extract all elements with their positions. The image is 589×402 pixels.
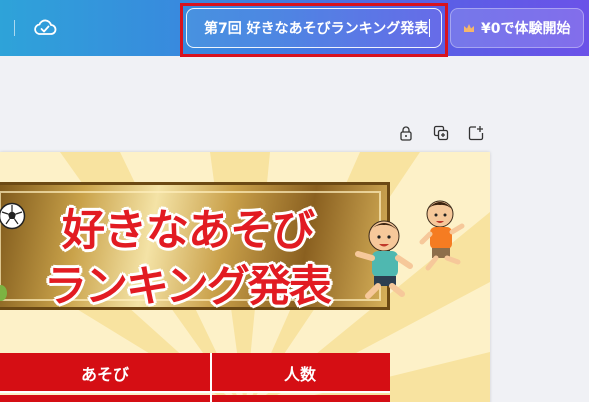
ranking-table-body [0,395,390,402]
cloud-check-icon[interactable] [33,16,57,38]
running-kids-illustration [355,200,465,299]
add-page-icon[interactable] [468,125,484,141]
ranking-table-header: あそび 人数 [0,353,390,393]
headline-line-2: ランキング発表 [44,262,332,312]
column-header-count: 人数 [283,365,316,384]
headline-line-1: 好きなあそび [62,206,315,256]
free-trial-label: ¥0で体験開始 [481,21,571,37]
text-caret [429,19,431,37]
crown-icon [464,24,474,32]
table-column-divider [210,353,212,402]
soccer-ball-icon [0,202,26,230]
column-header-play: あそび [80,365,129,384]
leaf-decoration [0,285,7,301]
lock-icon[interactable] [398,125,414,141]
toolbar-divider [14,20,15,36]
free-trial-button[interactable]: ¥0で体験開始 [450,8,584,48]
project-title-input[interactable]: 第7回 好きなあそびランキング発表 [186,8,442,48]
duplicate-icon[interactable] [433,125,449,141]
design-page[interactable]: 好きなあそび ランキング発表 あそび 人数 [0,152,490,402]
project-title-text: 第7回 好きなあそびランキング発表 [204,21,429,37]
